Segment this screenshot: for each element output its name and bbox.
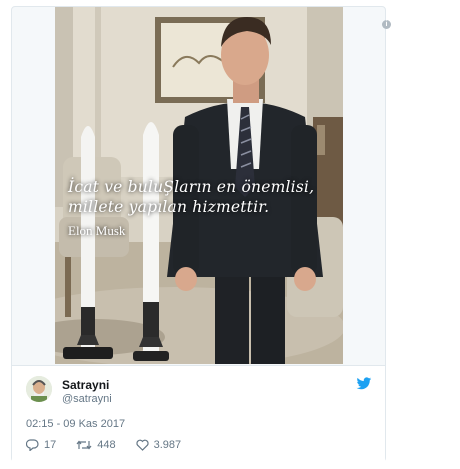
reply-icon xyxy=(26,439,39,451)
retweet-button[interactable]: 448 xyxy=(76,439,116,451)
tweet-timestamp[interactable]: 02:15 - 09 Kas 2017 xyxy=(26,418,125,430)
avatar-illustration xyxy=(26,376,52,402)
reply-button[interactable]: 17 xyxy=(26,439,56,451)
quote-line: İcat ve buluŞların en önemlisi, xyxy=(68,178,315,196)
quote-line: millete yapılan hizmettir. xyxy=(68,198,270,216)
quote-author: Elon Musk xyxy=(68,223,126,238)
like-button[interactable]: 3.987 xyxy=(136,439,182,451)
reply-count: 17 xyxy=(44,439,57,451)
retweet-icon xyxy=(76,440,92,450)
user-handle[interactable]: @satrayni xyxy=(62,393,112,405)
user-name[interactable]: Satrayni xyxy=(62,378,109,392)
retweet-count: 448 xyxy=(97,439,116,451)
quote-overlay: İcat ve buluŞların en önemlisi, millete … xyxy=(68,177,338,239)
tweet-footer: Satrayni @satrayni 02:15 - 09 Kas 2017 1… xyxy=(12,365,385,462)
twitter-bird-icon[interactable] xyxy=(356,377,372,391)
like-count: 3.987 xyxy=(153,439,182,451)
heart-icon xyxy=(136,439,149,451)
info-icon[interactable]: i xyxy=(382,20,391,29)
tweet-actions: 17 448 3.987 xyxy=(26,439,201,451)
avatar[interactable] xyxy=(26,376,52,402)
tweet-photo[interactable]: İcat ve buluŞların en önemlisi, millete … xyxy=(55,7,343,364)
